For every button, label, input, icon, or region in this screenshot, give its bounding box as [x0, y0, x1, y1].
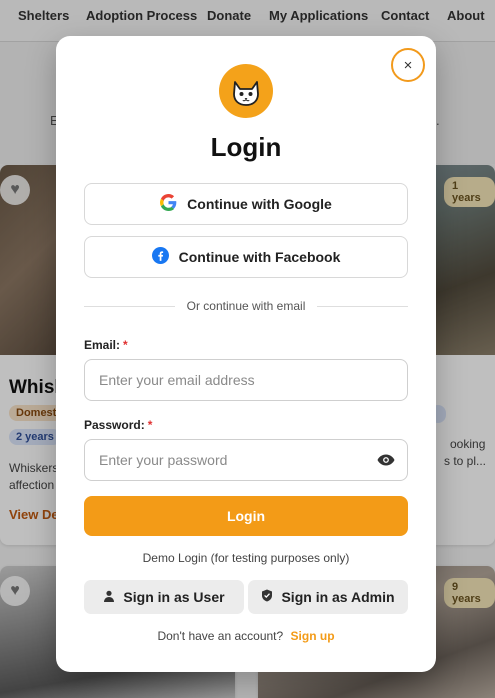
required-mark: * — [147, 418, 153, 432]
sign-up-link[interactable]: Sign up — [291, 629, 335, 643]
google-icon — [160, 194, 177, 214]
facebook-icon — [151, 247, 169, 267]
close-button[interactable]: × — [391, 48, 425, 82]
sign-in-as-admin-button[interactable]: Sign in as Admin — [248, 580, 408, 614]
user-icon — [103, 589, 115, 605]
password-field[interactable] — [84, 439, 408, 481]
sign-in-as-user-button[interactable]: Sign in as User — [84, 580, 244, 614]
divider: Or continue with email — [84, 299, 408, 313]
cat-logo-icon — [219, 64, 273, 118]
divider-text: Or continue with email — [186, 299, 306, 313]
password-label: Password: * — [84, 418, 153, 432]
shield-icon — [261, 589, 273, 605]
email-field[interactable] — [84, 359, 408, 401]
facebook-login-button[interactable]: Continue with Facebook — [84, 236, 408, 278]
google-login-button[interactable]: Continue with Google — [84, 183, 408, 225]
google-login-label: Continue with Google — [187, 196, 332, 212]
close-icon: × — [403, 56, 413, 74]
facebook-login-label: Continue with Facebook — [178, 249, 341, 265]
demo-login-note: Demo Login (for testing purposes only) — [142, 551, 350, 565]
required-mark: * — [123, 338, 128, 352]
email-label: Email: * — [84, 338, 128, 352]
eye-icon[interactable] — [374, 451, 398, 469]
sign-in-as-user-label: Sign in as User — [123, 589, 225, 605]
login-modal: × Login Continue with Google Continue wi… — [56, 36, 436, 672]
modal-title: Login — [210, 132, 282, 162]
login-button[interactable]: Login — [84, 496, 408, 536]
signup-row: Don't have an account? Sign up — [56, 629, 436, 643]
signup-prompt: Don't have an account? — [157, 629, 284, 643]
sign-in-as-admin-label: Sign in as Admin — [281, 589, 395, 605]
